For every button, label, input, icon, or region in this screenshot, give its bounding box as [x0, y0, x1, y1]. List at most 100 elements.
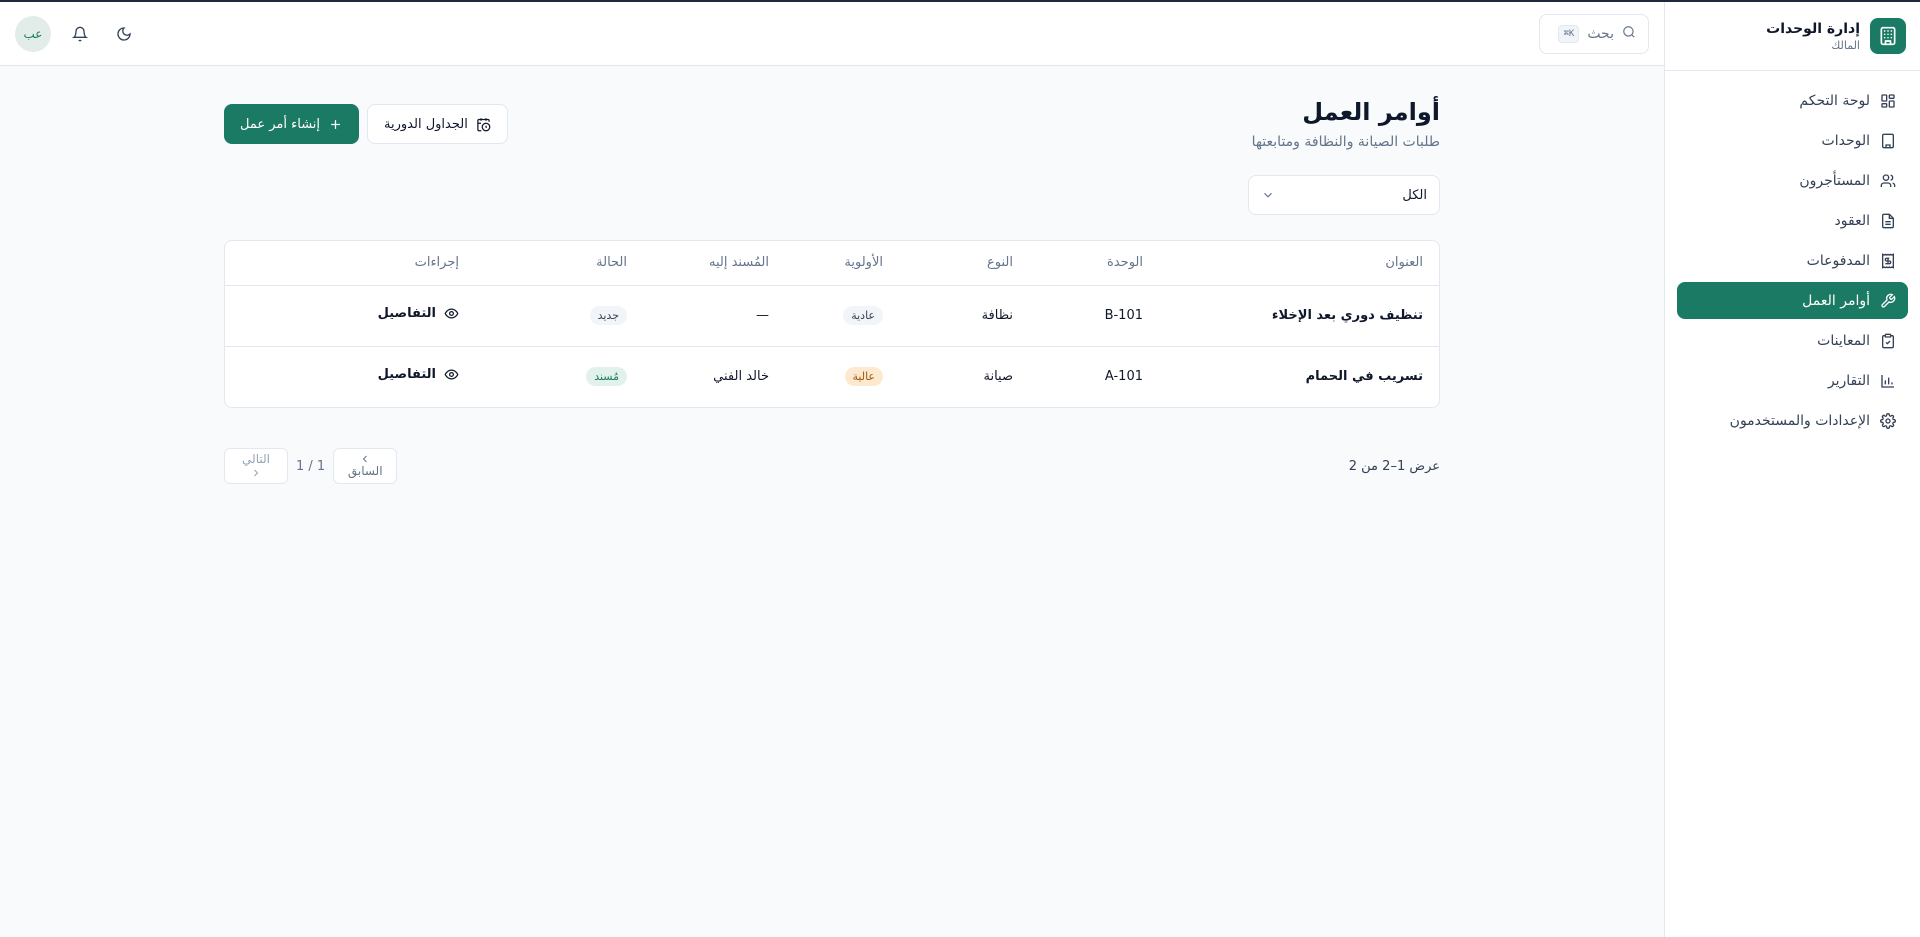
schedules-button-label: الجداول الدورية [384, 116, 468, 132]
search-icon [1622, 25, 1636, 43]
next-label: التالي [242, 452, 270, 467]
sidebar-item-label: العقود [1834, 212, 1870, 229]
create-work-order-button[interactable]: إنشاء أمر عمل [224, 104, 360, 144]
users-icon [1880, 173, 1896, 189]
wrench-icon [1880, 293, 1896, 309]
cell-status: مُسند [475, 346, 643, 407]
work-orders-table: العنوان الوحدة النوع الأولوية المُسند إل… [224, 240, 1440, 408]
cell-type: نظافة [899, 285, 1029, 347]
page-indicator: 1 / 1 [296, 458, 326, 474]
pagination: السابق 1 / 1 التالي [224, 448, 398, 484]
cell-priority: عالية [785, 346, 899, 407]
sidebar-item-label: الإعدادات والمستخدمون [1729, 412, 1870, 429]
page-actions: الجداول الدورية إنشاء أمر عمل [224, 98, 508, 144]
sidebar-item-label: المستأجرون [1799, 172, 1870, 189]
bell-icon [72, 26, 88, 41]
bar-chart-icon [1880, 373, 1896, 389]
main-content: أوامر العمل طلبات الصيانة والنظافة ومتاب… [0, 66, 1664, 937]
cell-actions: التفاصيل [225, 346, 475, 407]
cell-title: تسريب في الحمام [1305, 369, 1423, 385]
column-header-status: الحالة [475, 241, 643, 286]
search-box[interactable]: بحث K⌘ [1539, 13, 1649, 54]
sidebar-item-label: لوحة التحكم [1799, 92, 1870, 109]
priority-badge: عادية [843, 306, 883, 325]
cell-type: صيانة [983, 369, 1013, 385]
column-header-unit: الوحدة [1029, 241, 1159, 286]
search-shortcut: K⌘ [1558, 24, 1580, 43]
cell-assignee: — [643, 285, 785, 347]
chevron-right-icon [254, 469, 259, 476]
theme-toggle-button[interactable] [109, 19, 139, 49]
sidebar-item-label: الوحدات [1821, 132, 1870, 149]
sidebar-item-label: المعاينات [1817, 332, 1870, 349]
moon-icon [117, 26, 131, 41]
gear-icon [1880, 412, 1896, 429]
clipboard-check-icon [1880, 333, 1896, 349]
status-filter-select[interactable]: الكل [1248, 175, 1440, 215]
chevron-down-icon [1264, 192, 1272, 198]
prev-label: السابق [347, 464, 383, 479]
sidebar: إدارة الوحدات المالك لوحة التحكم الوحدات… [1664, 2, 1920, 937]
page-title: أوامر العمل [1302, 98, 1440, 126]
table-row[interactable]: تنظيف دوري بعد الإخلاء B-101 نظافة عادية… [225, 285, 1439, 347]
sidebar-nav: لوحة التحكم الوحدات المستأجرون العقود ال… [1665, 71, 1920, 453]
building-icon [1880, 133, 1896, 149]
prev-page-button[interactable]: السابق [333, 448, 398, 484]
schedules-button[interactable]: الجداول الدورية [367, 104, 508, 144]
building-logo-icon [1870, 18, 1906, 54]
page-header: أوامر العمل طلبات الصيانة والنظافة ومتاب… [224, 66, 1440, 150]
page-subtitle: طلبات الصيانة والنظافة ومتابعتها [1251, 134, 1440, 150]
search-label: بحث [1587, 25, 1614, 42]
status-badge: مُسند [586, 367, 627, 387]
avatar[interactable]: عب [15, 15, 51, 52]
cell-assignee: خالد الفني [713, 369, 769, 385]
filter-value: الكل [1402, 187, 1427, 203]
details-button[interactable]: التفاصيل [378, 367, 459, 382]
topbar-controls: عب [15, 15, 139, 52]
results-summary: عرض 1–2 من 2 [1348, 458, 1440, 474]
topbar: بحث K⌘ عب [0, 2, 1664, 66]
column-header-actions: إجراءات [225, 241, 475, 286]
sidebar-item-contracts[interactable]: العقود [1677, 202, 1908, 239]
column-header-title: العنوان [1159, 241, 1439, 286]
sidebar-item-inspections[interactable]: المعاينات [1677, 322, 1908, 359]
details-label: التفاصيل [377, 306, 436, 321]
sidebar-item-dashboard[interactable]: لوحة التحكم [1677, 82, 1908, 119]
next-page-button[interactable]: التالي [224, 448, 288, 484]
brand-subtitle: المالك [1831, 38, 1860, 52]
plus-icon [331, 119, 340, 129]
cell-status: جديد [475, 285, 643, 347]
details-label: التفاصيل [377, 367, 436, 383]
cell-unit: A-101 [1104, 369, 1143, 385]
notifications-button[interactable] [65, 19, 95, 49]
sidebar-item-work-orders[interactable]: أوامر العمل [1677, 282, 1908, 319]
cell-title: تنظيف دوري بعد الإخلاء [1159, 285, 1439, 347]
status-badge: جديد [589, 306, 627, 325]
create-button-label: إنشاء أمر عمل [240, 116, 321, 132]
cell-actions: التفاصيل [225, 285, 475, 347]
eye-icon [444, 308, 459, 319]
sidebar-item-units[interactable]: الوحدات [1677, 122, 1908, 159]
sidebar-item-reports[interactable]: التقارير [1677, 362, 1908, 399]
receipt-icon [1880, 252, 1896, 269]
brand-title: إدارة الوحدات [1766, 20, 1860, 37]
brand: إدارة الوحدات المالك [1665, 2, 1920, 71]
details-button[interactable]: التفاصيل [378, 306, 459, 321]
column-header-priority: الأولوية [785, 241, 899, 286]
sidebar-item-label: أوامر العمل [1802, 292, 1870, 309]
document-icon [1880, 213, 1896, 229]
sidebar-item-tenants[interactable]: المستأجرون [1677, 162, 1908, 199]
priority-badge: عالية [844, 367, 883, 387]
sidebar-item-label: التقارير [1827, 372, 1870, 389]
cell-priority: عادية [785, 285, 899, 347]
cell-unit: B-101 [1029, 285, 1159, 347]
column-header-type: النوع [899, 241, 1029, 286]
eye-icon [444, 369, 459, 380]
column-header-assignee: المُسند إليه [643, 241, 785, 286]
sidebar-item-settings[interactable]: الإعدادات والمستخدمون [1677, 402, 1908, 439]
calendar-clock-icon [477, 117, 491, 131]
sidebar-item-label: المدفوعات [1806, 252, 1870, 269]
sidebar-item-payments[interactable]: المدفوعات [1677, 242, 1908, 279]
pagination-row: عرض 1–2 من 2 السابق 1 / 1 التالي [224, 448, 1440, 484]
table-row[interactable]: تسريب في الحمام A-101 صيانة عالية خالد ا… [225, 346, 1439, 407]
